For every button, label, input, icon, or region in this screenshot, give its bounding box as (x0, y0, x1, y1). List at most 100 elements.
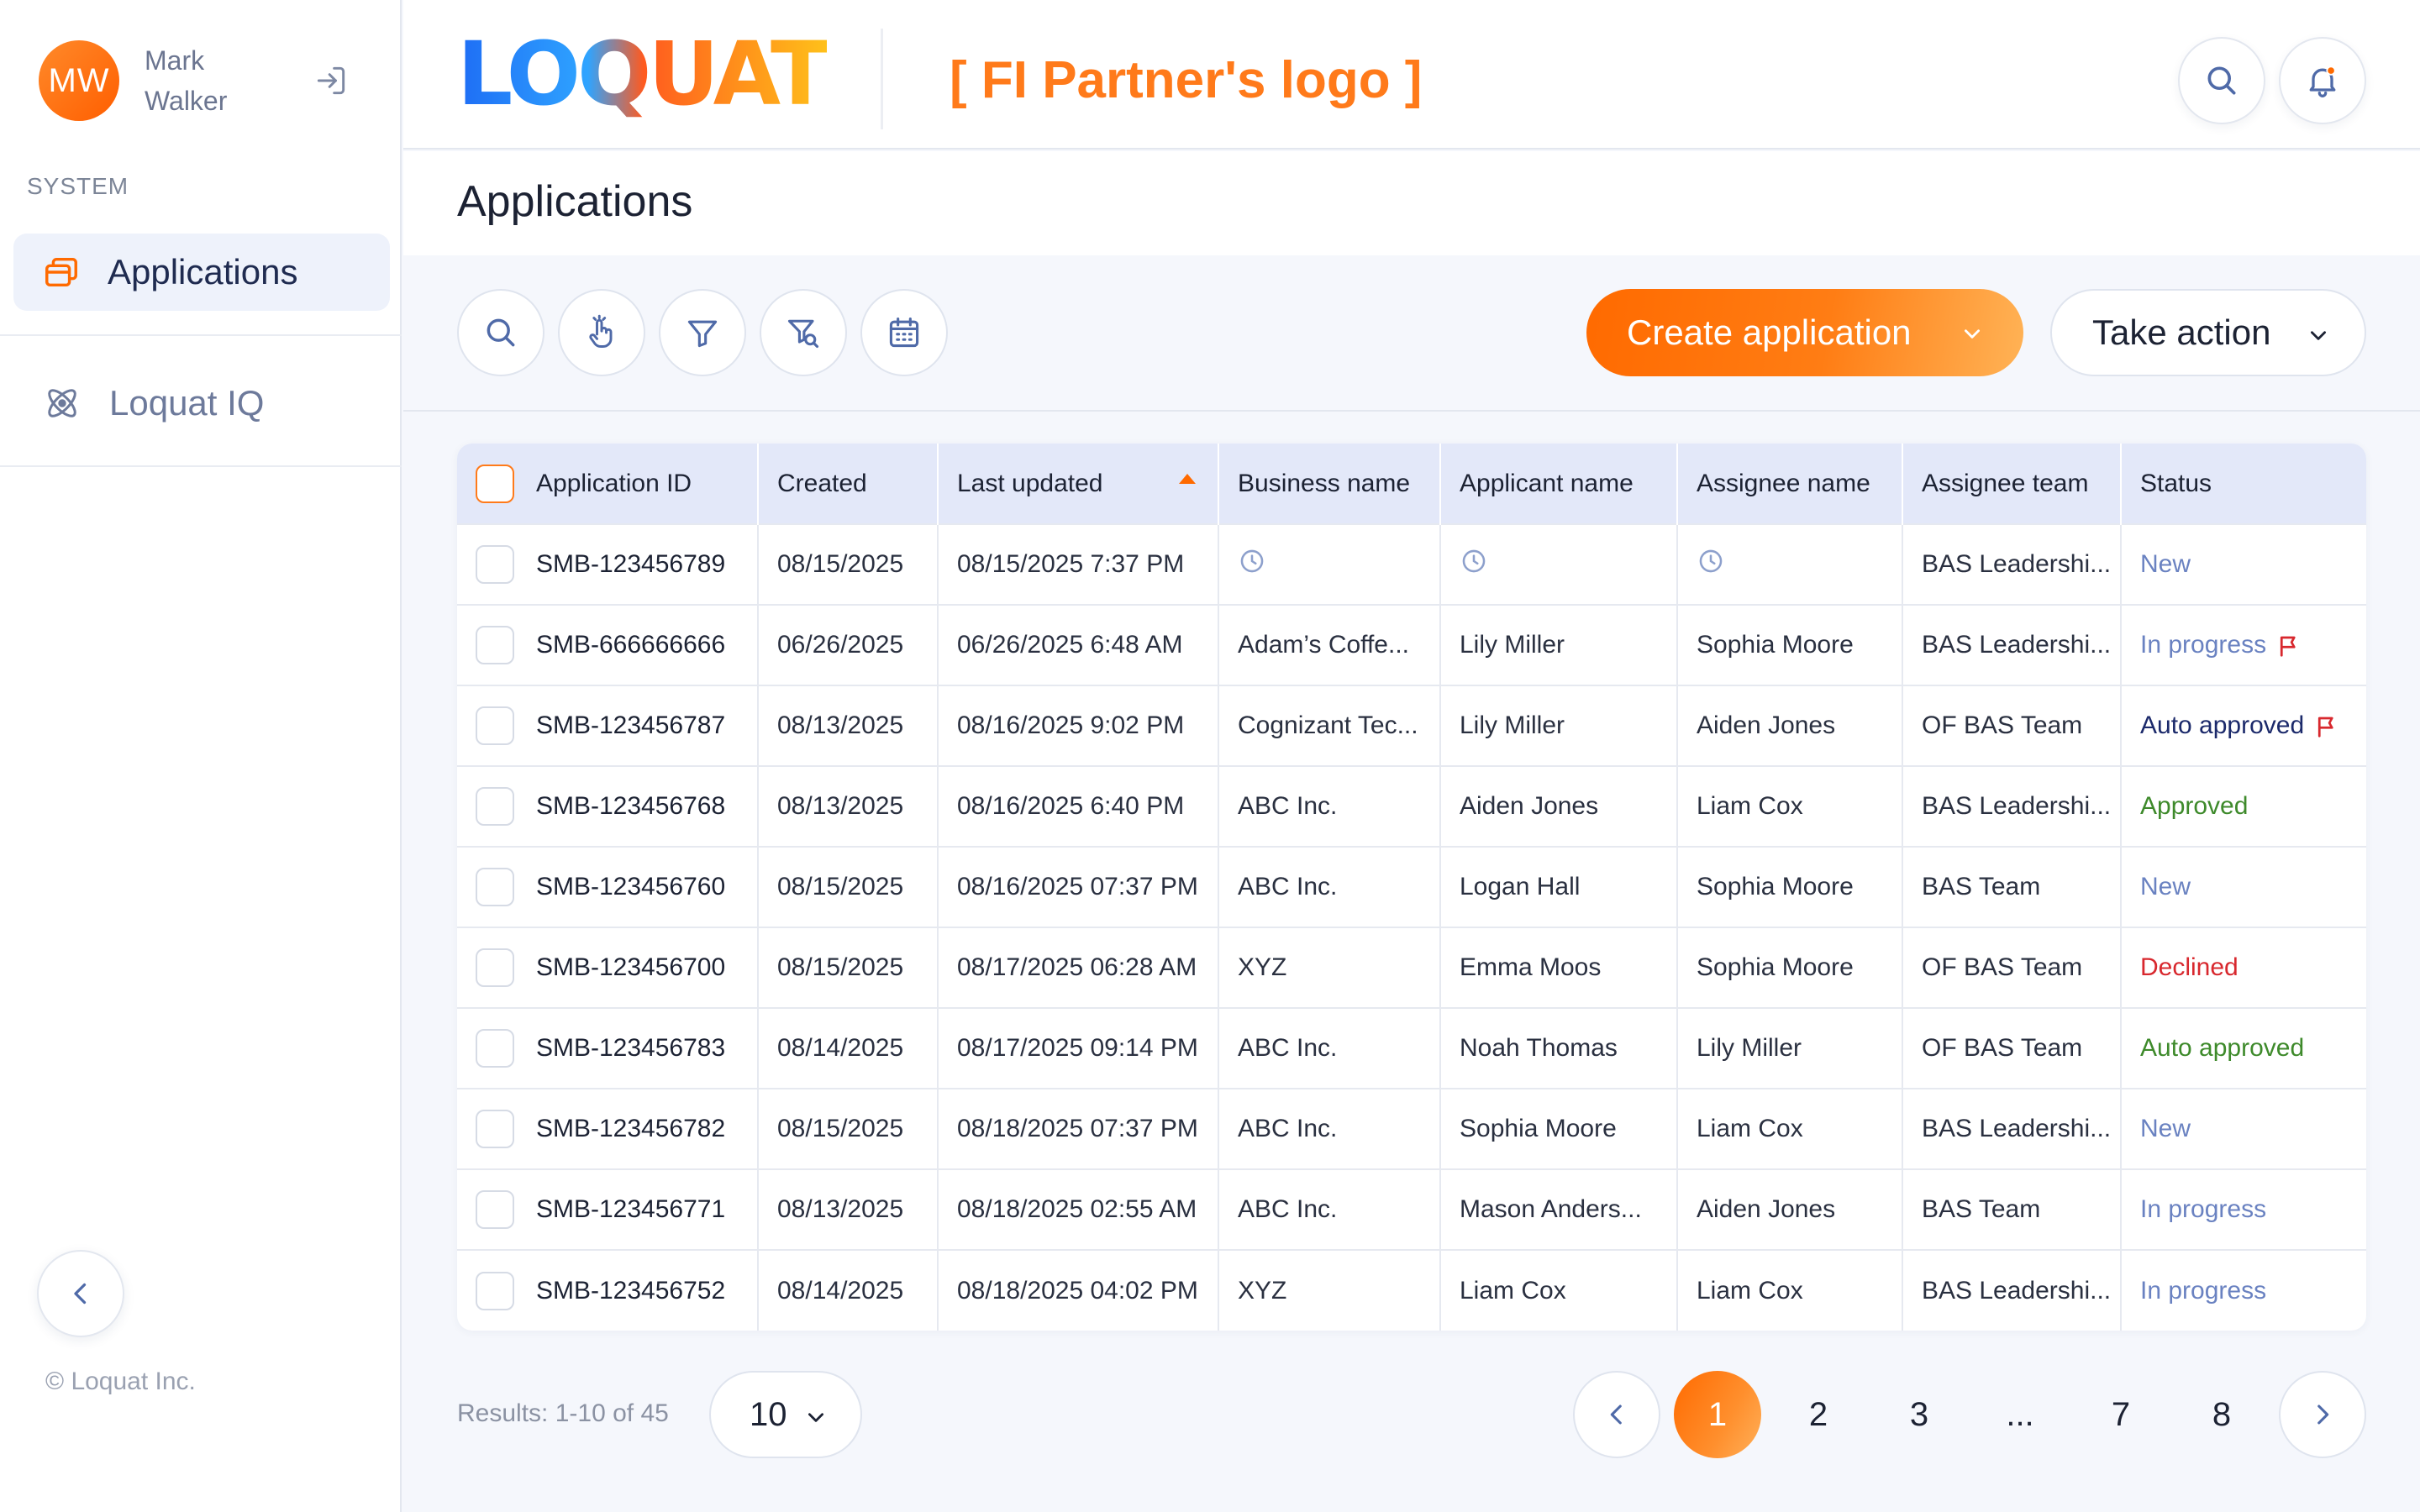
cell-status: Declined (2121, 927, 2366, 1008)
saved-filters-button[interactable] (760, 289, 847, 376)
table-row[interactable]: SMB-123456760 08/15/2025 08/16/2025 07:37 … (457, 847, 2366, 927)
cell-assignee-team: OF BAS Team (1902, 1008, 2122, 1089)
table-row[interactable]: SMB-123456789 08/15/2025 08/15/2025 7:37 P… (457, 524, 2366, 605)
row-checkbox[interactable] (476, 1190, 514, 1229)
column-header-assignee-name[interactable]: Assignee name (1677, 444, 1903, 524)
cell-applicant-name: Lily Miller (1440, 685, 1678, 766)
application-id[interactable]: SMB-123456700 (536, 953, 725, 981)
sort-ascending-icon[interactable] (1179, 474, 1196, 484)
cell-created: 08/13/2025 (758, 685, 939, 766)
chevron-down-icon (1965, 329, 1980, 339)
flag-icon[interactable] (2314, 714, 2339, 739)
sidebar-item-loquat-iq[interactable]: Loquat IQ (13, 365, 390, 442)
pending-clock-icon (1462, 549, 1486, 573)
application-id[interactable]: SMB-123456782 (536, 1115, 725, 1142)
cell-assignee-team: BAS Team (1902, 847, 2122, 927)
cell-assignee-name: Liam Cox (1677, 766, 1903, 847)
cell-application-id[interactable]: SMB-123456783 (457, 1008, 759, 1089)
table-row[interactable]: SMB-123456768 08/13/2025 08/16/2025 6:40 P… (457, 766, 2366, 847)
avatar[interactable]: MW (39, 40, 119, 121)
table-row[interactable]: SMB-666666666 06/26/2025 06/26/2025 6:48 A… (457, 605, 2366, 685)
table-row[interactable]: SMB-123456700 08/15/2025 08/17/2025 06:28 … (457, 927, 2366, 1008)
column-header-assignee-team[interactable]: Assignee team (1902, 444, 2122, 524)
cell-application-id[interactable]: SMB-123456760 (457, 847, 759, 927)
cell-application-id[interactable]: SMB-123456771 (457, 1169, 759, 1250)
application-id[interactable]: SMB-123456789 (536, 550, 725, 578)
cell-last-updated: 08/16/2025 07:37 PM (938, 847, 1219, 927)
cell-created: 08/15/2025 (758, 927, 939, 1008)
column-header-applicant-name[interactable]: Applicant name (1440, 444, 1678, 524)
previous-page-button[interactable] (1573, 1371, 1660, 1458)
column-header-status[interactable]: Status (2121, 444, 2366, 524)
row-checkbox[interactable] (476, 545, 514, 584)
next-page-button[interactable] (2279, 1371, 2366, 1458)
filter-button[interactable] (659, 289, 746, 376)
column-header-created[interactable]: Created (758, 444, 939, 524)
status-badge: In progress (2140, 1276, 2267, 1305)
table-row[interactable]: SMB-123456783 08/14/2025 08/17/2025 09:14 … (457, 1008, 2366, 1089)
cell-applicant-name: Emma Moos (1440, 927, 1678, 1008)
cell-business-name: Adam’s Coffe... (1218, 605, 1441, 685)
application-id[interactable]: SMB-123456752 (536, 1277, 725, 1305)
cell-created: 06/26/2025 (758, 605, 939, 685)
cell-applicant-name: Logan Hall (1440, 847, 1678, 927)
cell-application-id[interactable]: SMB-123456768 (457, 766, 759, 847)
row-checkbox[interactable] (476, 1271, 514, 1310)
row-checkbox[interactable] (476, 706, 514, 745)
row-checkbox[interactable] (476, 1029, 514, 1068)
cell-application-id[interactable]: SMB-666666666 (457, 605, 759, 685)
page-button-3[interactable]: 3 (1876, 1371, 1963, 1458)
page-button-1[interactable]: 1 (1674, 1371, 1761, 1458)
row-checkbox[interactable] (476, 787, 514, 826)
application-id[interactable]: SMB-123456768 (536, 792, 725, 820)
table-row[interactable]: SMB-123456787 08/13/2025 08/16/2025 9:02 P… (457, 685, 2366, 766)
row-checkbox[interactable] (476, 948, 514, 987)
take-action-button[interactable]: Take action (2050, 289, 2366, 376)
logout-icon[interactable] (313, 62, 350, 99)
row-checkbox[interactable] (476, 626, 514, 664)
page-button-2[interactable]: 2 (1775, 1371, 1862, 1458)
application-id[interactable]: SMB-123456771 (536, 1195, 725, 1223)
column-header-last-updated[interactable]: Last updated (938, 444, 1219, 524)
filter-icon (687, 320, 718, 348)
table-row[interactable]: SMB-123456752 08/14/2025 08/18/2025 04:02 … (457, 1250, 2366, 1331)
sidebar-item-applications[interactable]: Applications (13, 234, 390, 311)
cell-last-updated: 08/18/2025 02:55 AM (938, 1169, 1219, 1250)
application-id[interactable]: SMB-123456787 (536, 711, 725, 739)
select-all-checkbox[interactable] (476, 464, 514, 503)
table-row[interactable]: SMB-123456782 08/15/2025 08/18/2025 07:37 … (457, 1089, 2366, 1169)
cell-application-id[interactable]: SMB-123456700 (457, 927, 759, 1008)
select-button[interactable] (558, 289, 645, 376)
search-button[interactable] (457, 289, 544, 376)
cell-business-name: ABC Inc. (1218, 1008, 1441, 1089)
column-header-application-id[interactable]: Application ID (457, 444, 759, 524)
row-checkbox[interactable] (476, 1110, 514, 1148)
application-id[interactable]: SMB-123456760 (536, 873, 725, 900)
rows-per-page-select[interactable]: 10 (709, 1371, 862, 1458)
table-row[interactable]: SMB-123456771 08/13/2025 08/18/2025 02:55 … (457, 1169, 2366, 1250)
collapse-sidebar-button[interactable] (37, 1250, 124, 1337)
date-range-button[interactable] (860, 289, 948, 376)
cell-application-id[interactable]: SMB-123456752 (457, 1250, 759, 1331)
cell-assignee-team: BAS Leadershi... (1902, 605, 2122, 685)
row-checkbox[interactable] (476, 868, 514, 906)
flag-icon[interactable] (2276, 633, 2302, 659)
notifications-button[interactable] (2279, 37, 2366, 124)
page-button-8[interactable]: 8 (2178, 1371, 2265, 1458)
cell-last-updated: 08/15/2025 7:37 PM (938, 524, 1219, 605)
loquat-logo[interactable]: LOQUAT (457, 32, 827, 129)
pending-clock-icon (1240, 549, 1264, 573)
cell-application-id[interactable]: SMB-123456782 (457, 1089, 759, 1169)
application-id[interactable]: SMB-666666666 (536, 631, 725, 659)
global-search-button[interactable] (2178, 37, 2265, 124)
create-application-button[interactable]: Create application (1586, 289, 2023, 376)
status-badge: Auto approved (2140, 711, 2305, 739)
page-ellipsis: ... (2006, 1395, 2034, 1433)
column-header-business-name[interactable]: Business name (1218, 444, 1441, 524)
status-badge: Auto approved (2140, 1034, 2305, 1062)
cell-application-id[interactable]: SMB-123456789 (457, 524, 759, 605)
user-profile[interactable]: MW Mark Walker (39, 39, 375, 123)
page-button-7[interactable]: 7 (2077, 1371, 2165, 1458)
cell-application-id[interactable]: SMB-123456787 (457, 685, 759, 766)
application-id[interactable]: SMB-123456783 (536, 1034, 725, 1062)
